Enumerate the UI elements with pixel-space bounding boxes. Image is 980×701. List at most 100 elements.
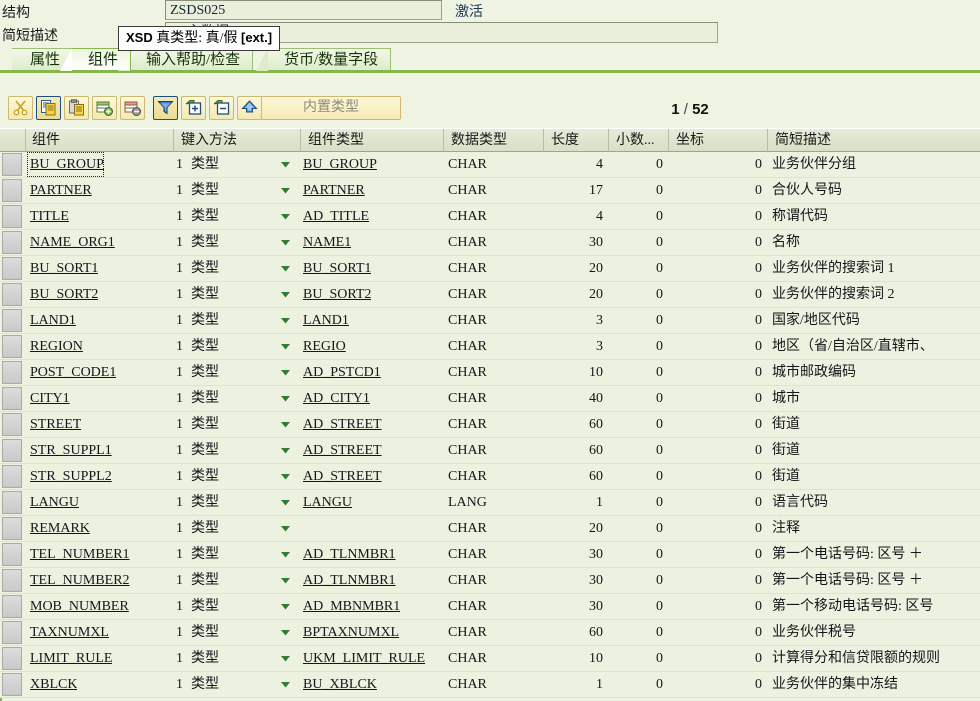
chevron-down-icon[interactable] — [279, 678, 292, 691]
cell-coordinates[interactable]: 0 — [671, 204, 768, 229]
column-header-component[interactable]: 组件 — [27, 129, 174, 152]
cell-short-description[interactable]: 第一个移动电话号码: 区号 — [770, 594, 980, 619]
cell-data-type[interactable]: CHAR — [446, 646, 544, 671]
cell-coordinates[interactable]: 0 — [671, 282, 768, 307]
row-selector[interactable] — [2, 439, 22, 462]
cell-data-type[interactable]: CHAR — [446, 568, 544, 593]
cell-coordinates[interactable]: 0 — [671, 490, 768, 515]
cell-length[interactable]: 60 — [546, 412, 609, 437]
cell-component-type[interactable]: AD_STREET — [303, 438, 382, 463]
select-all-corner[interactable] — [2, 129, 26, 152]
cell-data-type[interactable]: CHAR — [446, 282, 544, 307]
chevron-down-icon[interactable] — [279, 288, 292, 301]
row-selector[interactable] — [2, 543, 22, 566]
chevron-down-icon[interactable] — [279, 574, 292, 587]
row-selector[interactable] — [2, 309, 22, 332]
cell-decimals[interactable]: 0 — [611, 308, 669, 333]
cell-length[interactable]: 3 — [546, 308, 609, 333]
cell-coordinates[interactable]: 0 — [671, 594, 768, 619]
table-row[interactable]: TEL_NUMBER1 1 类型 AD_TLNMBR1 CHAR 30 0 0 第一个电话号码:… — [0, 542, 980, 568]
table-row[interactable]: CITY1 1 类型 AD_CITY1 CHAR 40 0 0 城市 — [0, 386, 980, 412]
cell-data-type[interactable]: CHAR — [446, 438, 544, 463]
table-row[interactable]: REGION 1 类型 REGIO CHAR 3 0 0 地区（省/自治区/直辖市、 — [0, 334, 980, 360]
table-row[interactable]: LAND1 1 类型 LAND1 CHAR 3 0 0 国家/地区代码 — [0, 308, 980, 334]
cell-coordinates[interactable]: 0 — [671, 646, 768, 671]
row-selector[interactable] — [2, 205, 22, 228]
table-row[interactable]: TITLE 1 类型 AD_TITLE CHAR 4 0 0 称谓代码 — [0, 204, 980, 230]
cell-length[interactable]: 1 — [546, 490, 609, 515]
table-row[interactable]: BU_SORT2 1 类型 BU_SORT2 CHAR 20 0 0 业务伙伴的搜索词 2 — [0, 282, 980, 308]
cell-component[interactable]: LAND1 — [27, 308, 76, 333]
cell-component-type[interactable]: BU_SORT2 — [303, 282, 371, 307]
table-row[interactable]: STR_SUPPL1 1 类型 AD_STREET CHAR 60 0 0 街道 — [0, 438, 980, 464]
copy-button[interactable] — [36, 96, 61, 120]
cell-data-type[interactable]: CHAR — [446, 204, 544, 229]
cell-coordinates[interactable]: 0 — [671, 516, 768, 541]
cell-decimals[interactable]: 0 — [611, 568, 669, 593]
cell-short-description[interactable]: 名称 — [770, 230, 980, 255]
cell-decimals[interactable]: 0 — [611, 620, 669, 645]
cell-component-type[interactable]: AD_TITLE — [303, 204, 369, 229]
cell-data-type[interactable]: CHAR — [446, 516, 544, 541]
cell-length[interactable]: 30 — [546, 594, 609, 619]
row-selector[interactable] — [2, 465, 22, 488]
cell-short-description[interactable]: 国家/地区代码 — [770, 308, 980, 333]
cell-data-type[interactable]: CHAR — [446, 178, 544, 203]
expand-button[interactable] — [181, 96, 206, 120]
cell-length[interactable]: 20 — [546, 516, 609, 541]
cell-component-type[interactable]: AD_STREET — [303, 464, 382, 489]
cell-decimals[interactable]: 0 — [611, 334, 669, 359]
chevron-down-icon[interactable] — [279, 626, 292, 639]
cell-short-description[interactable]: 计算得分和信贷限额的规则 — [770, 646, 980, 671]
row-selector[interactable] — [2, 595, 22, 618]
cell-component[interactable]: BU_SORT1 — [27, 256, 98, 281]
cell-component[interactable]: TEL_NUMBER1 — [27, 542, 130, 567]
cell-short-description[interactable]: 城市 — [770, 386, 980, 411]
chevron-down-icon[interactable] — [279, 496, 292, 509]
cell-length[interactable]: 30 — [546, 230, 609, 255]
cell-decimals[interactable]: 0 — [611, 386, 669, 411]
cell-decimals[interactable]: 0 — [611, 594, 669, 619]
cell-coordinates[interactable]: 0 — [671, 542, 768, 567]
cell-decimals[interactable]: 0 — [611, 178, 669, 203]
chevron-down-icon[interactable] — [279, 652, 292, 665]
cell-length[interactable]: 3 — [546, 334, 609, 359]
filter-button[interactable] — [153, 96, 178, 120]
cell-data-type[interactable]: CHAR — [446, 360, 544, 385]
cell-data-type[interactable]: CHAR — [446, 412, 544, 437]
chevron-down-icon[interactable] — [279, 314, 292, 327]
cell-length[interactable]: 17 — [546, 178, 609, 203]
cell-data-type[interactable]: CHAR — [446, 386, 544, 411]
cell-component-type[interactable]: UKM_LIMIT_RULE — [303, 646, 425, 671]
cell-data-type[interactable]: CHAR — [446, 620, 544, 645]
row-selector[interactable] — [2, 491, 22, 514]
cell-decimals[interactable]: 0 — [611, 282, 669, 307]
cell-data-type[interactable]: CHAR — [446, 152, 544, 177]
chevron-down-icon[interactable] — [279, 236, 292, 249]
cell-coordinates[interactable]: 0 — [671, 256, 768, 281]
cell-data-type[interactable]: CHAR — [446, 256, 544, 281]
cell-component-type[interactable]: PARTNER — [303, 178, 365, 203]
cell-data-type[interactable]: CHAR — [446, 594, 544, 619]
cell-component[interactable]: TEL_NUMBER2 — [27, 568, 130, 593]
table-row[interactable]: REMARK 1 类型 CHAR 20 0 0 注释 — [0, 516, 980, 542]
chevron-down-icon[interactable] — [279, 158, 292, 171]
cell-short-description[interactable]: 第一个电话号码: 区号 ＋ — [770, 542, 980, 567]
table-row[interactable]: BU_SORT1 1 类型 BU_SORT1 CHAR 20 0 0 业务伙伴的搜索词 1 — [0, 256, 980, 282]
chevron-down-icon[interactable] — [279, 522, 292, 535]
cell-decimals[interactable]: 0 — [611, 412, 669, 437]
cell-coordinates[interactable]: 0 — [671, 334, 768, 359]
table-row[interactable]: LANGU 1 类型 LANGU LANG 1 0 0 语言代码 — [0, 490, 980, 516]
cell-short-description[interactable]: 地区（省/自治区/直辖市、 — [770, 334, 980, 359]
cell-length[interactable]: 10 — [546, 360, 609, 385]
row-selector[interactable] — [2, 335, 22, 358]
cell-component[interactable]: TITLE — [27, 204, 69, 229]
cell-short-description[interactable]: 合伙人号码 — [770, 178, 980, 203]
cell-length[interactable]: 20 — [546, 256, 609, 281]
cell-component-type[interactable]: NAME1 — [303, 230, 351, 255]
table-row[interactable]: POST_CODE1 1 类型 AD_PSTCD1 CHAR 10 0 0 城市邮政编码 — [0, 360, 980, 386]
cell-component-type[interactable]: BPTAXNUMXL — [303, 620, 399, 645]
cell-data-type[interactable]: CHAR — [446, 672, 544, 697]
cell-coordinates[interactable]: 0 — [671, 412, 768, 437]
cell-decimals[interactable]: 0 — [611, 230, 669, 255]
